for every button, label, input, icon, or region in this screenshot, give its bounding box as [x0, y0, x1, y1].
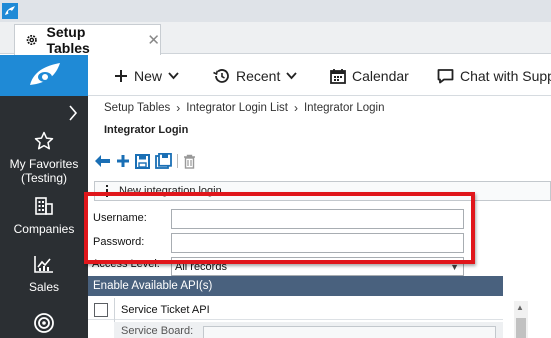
nav-recent-label: Recent: [236, 67, 281, 84]
nav-calendar-button[interactable]: Calendar: [330, 55, 409, 96]
chevron-down-icon: [168, 71, 179, 79]
plus-icon: [115, 69, 127, 82]
chart-icon: [34, 256, 53, 273]
breadcrumb-current: Integrator Login: [303, 102, 385, 114]
back-arrow-icon[interactable]: [94, 154, 111, 168]
sidebar-item-target[interactable]: [0, 312, 88, 334]
api-name: Service Ticket API: [121, 304, 210, 316]
app-logo-icon: [2, 3, 18, 19]
save-icon[interactable]: [135, 153, 150, 169]
target-icon: [34, 313, 54, 333]
chevron-right-icon: ›: [176, 101, 181, 115]
tab-label: Setup Tables: [46, 24, 90, 56]
chat-icon: [437, 68, 454, 83]
chevron-right-icon: ›: [293, 101, 298, 115]
add-icon[interactable]: [116, 154, 130, 168]
breadcrumb-link-setup-tables[interactable]: Setup Tables: [104, 102, 170, 114]
building-icon: [35, 197, 53, 215]
nav-recent-button[interactable]: Recent: [212, 55, 298, 96]
toolbar-divider: [177, 154, 178, 168]
brand-logo-icon: [30, 63, 60, 85]
sidebar-item-label: Sales: [28, 280, 60, 294]
expand-sidebar-icon[interactable]: [66, 104, 80, 122]
nav-calendar-label: Calendar: [352, 67, 409, 84]
breadcrumb-link-integrator-login-list[interactable]: Integrator Login List: [186, 102, 288, 114]
service-ticket-api-checkbox[interactable]: [94, 303, 108, 317]
save-and-close-icon[interactable]: [155, 153, 172, 169]
api-section-header: Enable Available API(s): [88, 276, 503, 296]
calendar-icon: [330, 68, 346, 84]
nav-chat-label: Chat with Supp: [460, 67, 551, 84]
scrollbar-thumb[interactable]: [516, 318, 526, 338]
breadcrumb: Setup Tables › Integrator Login List › I…: [104, 101, 385, 115]
history-icon: [213, 68, 229, 83]
scroll-up-icon[interactable]: ▲: [516, 303, 524, 312]
trash-icon[interactable]: [183, 154, 196, 169]
record-toolbar: [94, 150, 196, 172]
nav-chat-button[interactable]: Chat with Supp: [437, 55, 551, 96]
sidebar-item-companies[interactable]: Companies: [0, 196, 88, 236]
star-icon: [34, 131, 54, 150]
service-board-select[interactable]: [203, 326, 496, 338]
service-board-label: Service Board:: [121, 325, 194, 337]
app-logo[interactable]: [0, 55, 88, 96]
close-tab-icon[interactable]: ✕: [147, 31, 160, 49]
sidebar-item-favorites[interactable]: My Favorites (Testing): [0, 131, 88, 185]
highlight-annotation-box: [84, 192, 475, 264]
page-title: Integrator Login: [104, 124, 189, 136]
chevron-down-icon: [286, 71, 298, 79]
window-titlebar: [0, 0, 551, 22]
sidebar-item-label: Companies: [13, 222, 75, 236]
nav-new-label: New: [134, 67, 163, 84]
tab-setup-tables[interactable]: Setup Tables ✕: [14, 24, 161, 56]
gear-icon: [26, 34, 37, 46]
nav-new-button[interactable]: New: [114, 55, 179, 96]
sidebar-item-label: My Favorites (Testing): [9, 157, 79, 185]
sidebar-item-sales[interactable]: Sales: [0, 254, 88, 294]
